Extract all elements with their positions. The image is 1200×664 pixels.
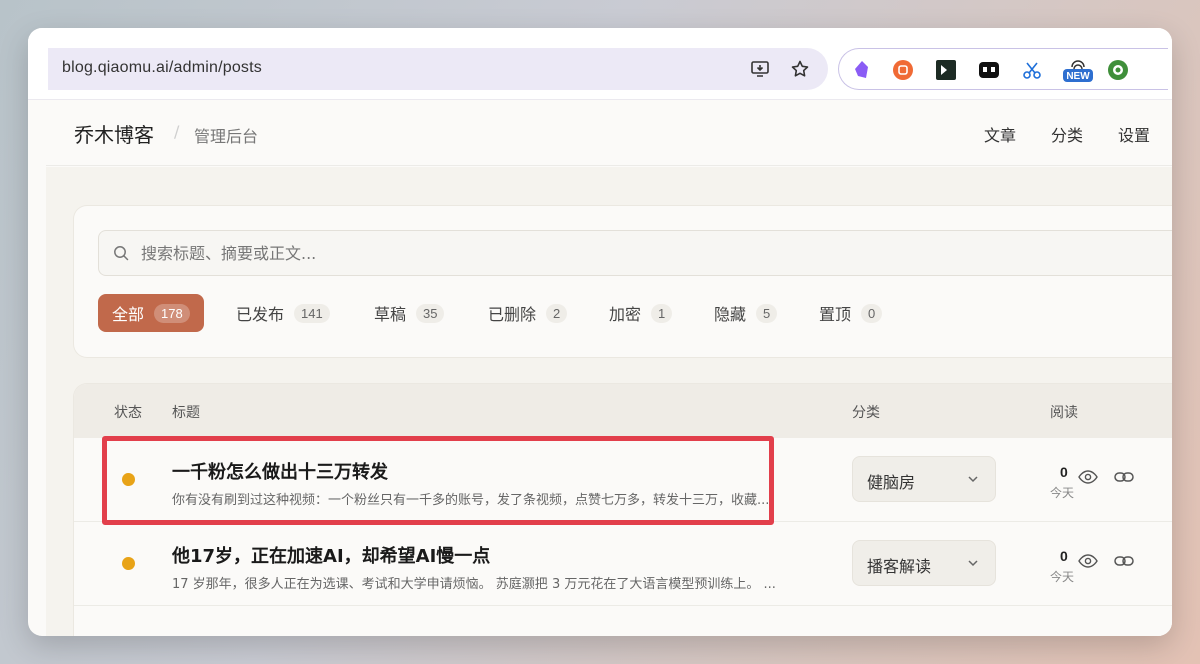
search-icon [114,246,129,261]
status-dot [122,473,135,486]
filter-tab-all[interactable]: 全部 178 [98,294,204,332]
filter-tab-count: 141 [294,303,330,323]
table-row[interactable]: 一千粉怎么做出十三万转发 你有没有刷到过这种视频：一个粉丝只有一千多的账号，发了… [74,438,1172,522]
post-title[interactable]: 一千粉怎么做出十三万转发 [172,458,388,484]
obsidian-icon[interactable] [851,59,873,81]
filter-tab-count: 0 [861,303,883,323]
eye-icon[interactable] [1078,554,1098,568]
filter-tab-label: 置顶 [819,305,852,324]
updated-time: 今天 [1050,486,1075,500]
view-count: 0 [1060,548,1068,564]
filter-tab-count: 35 [416,303,445,323]
green-coin-icon[interactable] [1107,59,1129,81]
column-header-status: 状态 [114,405,142,421]
filter-tab-published[interactable]: 已发布 141 [236,294,330,332]
nav-item-settings[interactable]: 设置 [1118,122,1150,146]
post-title[interactable]: 他17岁，正在加速AI，却希望AI慢一点 [172,542,490,568]
filter-tab-count: 2 [546,303,568,323]
search-input[interactable] [141,241,1041,265]
scissors-icon[interactable] [1021,59,1043,81]
filter-tab-drafts[interactable]: 草稿 35 [374,294,445,332]
filter-tab-label: 隐藏 [714,305,747,324]
column-header-category: 分类 [852,405,880,421]
filter-tab-count: 5 [756,303,778,323]
filter-tab-pinned[interactable]: 置顶 0 [819,294,883,332]
new-fingerprint-icon[interactable]: NEW [1063,55,1093,83]
admin-subtitle: 管理后台 [194,127,259,146]
filter-tab-count: 1 [651,303,673,323]
filter-tab-count: 178 [154,303,190,323]
terminal-icon[interactable] [935,59,957,81]
link-icon[interactable] [1114,470,1134,484]
filter-tab-label: 已删除 [488,305,537,324]
video-icon[interactable] [978,59,1000,81]
category-value: 健脑房 [867,473,916,492]
column-header-views: 阅读 [1050,405,1078,421]
filter-card: 全部 178 已发布 141 草稿 35 已删除 2 加密 1 隐藏 5 置顶 … [73,205,1172,358]
filter-tab-label: 草稿 [374,305,407,324]
eye-icon[interactable] [1078,470,1098,484]
bookmark-star-icon[interactable] [790,59,810,79]
filter-tab-encrypted[interactable]: 加密 1 [609,294,673,332]
filter-tab-deleted[interactable]: 已删除 2 [488,294,568,332]
extensions-bar: NEW [838,48,1168,90]
install-app-icon[interactable] [750,59,770,79]
nav-item-categories[interactable]: 分类 [1051,122,1083,146]
filter-tab-label: 全部 [112,305,145,324]
brand-title[interactable]: 乔木博客 [74,119,154,148]
post-excerpt: 你有没有刷到过这种视频：一个粉丝只有一千多的账号，发了条视频，点赞七万多，转发十… [172,493,770,508]
new-badge-label: NEW [1066,71,1090,82]
filter-tab-label: 加密 [609,305,642,324]
link-icon[interactable] [1114,554,1134,568]
column-header-title: 标题 [172,405,200,421]
orange-circle-icon[interactable] [892,59,914,81]
browser-window: blog.qiaomu.ai/admin/posts NEW 乔木博客 / 管理… [28,28,1172,636]
browser-toolbar: blog.qiaomu.ai/admin/posts NEW [28,28,1172,100]
nav-item-posts[interactable]: 文章 [984,122,1016,146]
updated-time: 今天 [1050,570,1075,584]
status-dot [122,557,135,570]
table-header: 状态 标题 分类 阅读 [74,384,1172,438]
category-select[interactable]: 健脑房 [852,456,996,502]
search-box [98,230,1172,276]
breadcrumb-separator: / [174,122,180,141]
chevron-down-icon [968,560,978,567]
post-excerpt: 17 岁那年，很多人正在为选课、考试和大学申请烦恼。 苏庭灏把 3 万元花在了大… [172,577,776,592]
chevron-down-icon [968,476,978,483]
filter-tab-hidden[interactable]: 隐藏 5 [714,294,778,332]
url-text[interactable]: blog.qiaomu.ai/admin/posts [62,59,262,77]
view-count: 0 [1060,464,1068,480]
category-select[interactable]: 播客解读 [852,540,996,586]
table-row[interactable]: 他17岁，正在加速AI，却希望AI慢一点 17 岁那年，很多人正在为选课、考试和… [74,522,1172,606]
posts-table: 状态 标题 分类 阅读 一千粉怎么做出十三万转发 你有没有刷到过这种视频：一个粉… [73,383,1172,636]
filter-tab-label: 已发布 [236,305,285,324]
category-value: 播客解读 [867,557,932,576]
address-bar[interactable]: blog.qiaomu.ai/admin/posts [48,48,828,90]
app-header: 乔木博客 / 管理后台 文章 分类 设置 [46,100,1172,166]
